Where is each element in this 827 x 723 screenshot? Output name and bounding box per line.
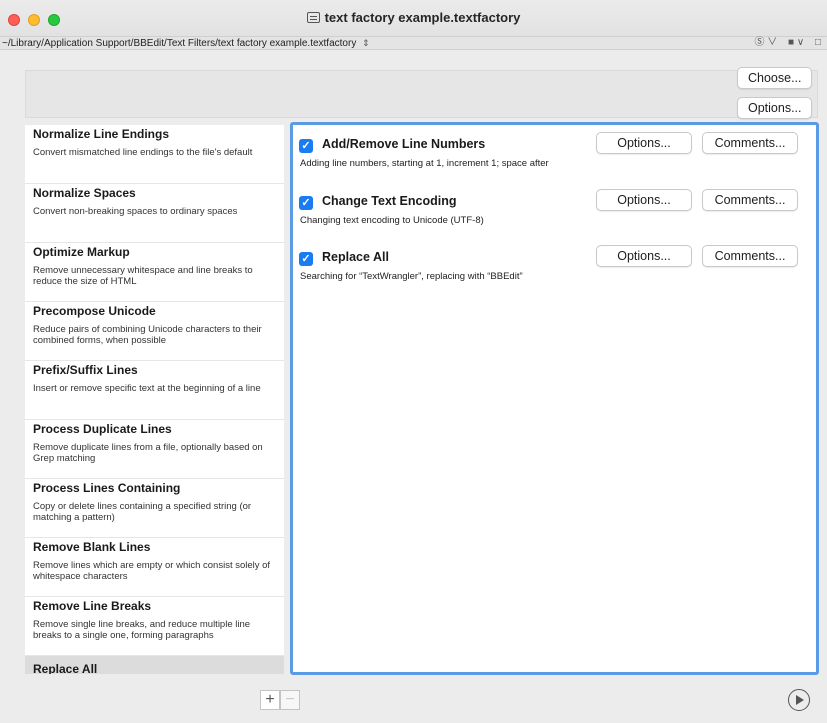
remove-step-button[interactable]: − xyxy=(280,690,300,710)
step-comments-button[interactable]: Comments... xyxy=(702,132,798,154)
step-options-button[interactable]: Options... xyxy=(596,189,692,211)
factory-step: ✓ Replace All Options... Comments... Sea… xyxy=(293,241,816,289)
step-options-button[interactable]: Options... xyxy=(596,245,692,267)
list-item-desc: Insert or remove specific text at the be… xyxy=(33,383,261,394)
step-description: Searching for “TextWrangler”, replacing … xyxy=(300,271,523,282)
step-options-button[interactable]: Options... xyxy=(596,132,692,154)
history-menu-icon[interactable]: Ⓢ ∨ xyxy=(754,37,777,48)
factory-steps-panel[interactable]: ✓ Add/Remove Line Numbers Options... Com… xyxy=(290,122,819,675)
run-factory-play-icon[interactable] xyxy=(788,689,810,711)
choose-button[interactable]: Choose... xyxy=(737,67,812,89)
step-description: Adding line numbers, starting at 1, incr… xyxy=(300,158,549,169)
step-name: Change Text Encoding xyxy=(322,194,457,208)
list-item-name: Process Lines Containing xyxy=(33,481,181,495)
list-item-desc: Remove duplicate lines from a file, opti… xyxy=(33,442,263,464)
path-bar[interactable]: ~/Library/Application Support/BBEdit/Tex… xyxy=(0,36,827,50)
new-document-icon[interactable]: □ xyxy=(815,37,821,48)
list-item-name: Normalize Line Endings xyxy=(33,127,170,141)
list-item-name: Process Duplicate Lines xyxy=(33,422,172,436)
document-icon xyxy=(306,12,320,23)
step-enabled-checkbox[interactable]: ✓ xyxy=(299,196,313,210)
list-item-desc: Remove unnecessary whitespace and line b… xyxy=(33,265,253,287)
list-item[interactable]: Remove Blank Lines Remove lines which ar… xyxy=(25,538,284,597)
file-path: ~/Library/Application Support/BBEdit/Tex… xyxy=(2,38,357,49)
window-title-text: text factory example.textfactory xyxy=(324,10,521,25)
list-item[interactable]: Normalize Line Endings Convert mismatche… xyxy=(25,125,284,184)
step-description: Changing text encoding to Unicode (UTF-8… xyxy=(300,215,484,226)
actions-list[interactable]: Normalize Line Endings Convert mismatche… xyxy=(25,125,284,674)
factory-step: ✓ Change Text Encoding Options... Commen… xyxy=(293,185,816,233)
list-item-desc: Copy or delete lines containing a specif… xyxy=(33,501,252,523)
list-item-name: Remove Line Breaks xyxy=(33,599,152,613)
list-item-name: Replace All xyxy=(33,662,98,674)
list-item-name: Precompose Unicode xyxy=(33,304,156,318)
add-step-button[interactable]: + xyxy=(260,690,280,710)
list-item[interactable]: Precompose Unicode Reduce pairs of combi… xyxy=(25,302,284,361)
list-item-desc: Convert non-breaking spaces to ordinary … xyxy=(33,206,238,217)
path-bar-tools: Ⓢ ∨ ■ ∨ □ xyxy=(746,37,821,49)
step-comments-button[interactable]: Comments... xyxy=(702,245,798,267)
step-enabled-checkbox[interactable]: ✓ xyxy=(299,139,313,153)
step-name: Add/Remove Line Numbers xyxy=(322,137,486,151)
step-comments-button[interactable]: Comments... xyxy=(702,189,798,211)
list-item-desc: Remove lines which are empty or which co… xyxy=(33,560,271,582)
list-item[interactable]: Normalize Spaces Convert non-breaking sp… xyxy=(25,184,284,243)
list-item-name: Prefix/Suffix Lines xyxy=(33,363,138,377)
list-item-name: Remove Blank Lines xyxy=(33,540,151,554)
window-title: text factory example.textfactory xyxy=(0,10,827,25)
list-item[interactable]: Process Duplicate Lines Remove duplicate… xyxy=(25,420,284,479)
list-item[interactable]: Prefix/Suffix Lines Insert or remove spe… xyxy=(25,361,284,420)
list-item-name: Normalize Spaces xyxy=(33,186,136,200)
list-item-desc: Convert mismatched line endings to the f… xyxy=(33,147,253,158)
factory-step: ✓ Add/Remove Line Numbers Options... Com… xyxy=(293,128,816,176)
list-item-selected[interactable]: Replace All xyxy=(25,656,284,674)
list-item[interactable]: Optimize Markup Remove unnecessary white… xyxy=(25,243,284,302)
list-item-desc: Remove single line breaks, and reduce mu… xyxy=(33,619,251,641)
title-bar: text factory example.textfactory xyxy=(0,0,827,36)
document-menu-icon[interactable]: ■ ∨ xyxy=(788,37,804,48)
list-item[interactable]: Process Lines Containing Copy or delete … xyxy=(25,479,284,538)
list-item-name: Optimize Markup xyxy=(33,245,130,259)
list-item[interactable]: Remove Line Breaks Remove single line br… xyxy=(25,597,284,656)
step-enabled-checkbox[interactable]: ✓ xyxy=(299,252,313,266)
text-factory-window: text factory example.textfactory ~/Libra… xyxy=(0,0,827,723)
source-options-button[interactable]: Options... xyxy=(737,97,812,119)
list-item-desc: Reduce pairs of combining Unicode charac… xyxy=(33,324,262,346)
step-name: Replace All xyxy=(322,250,389,264)
source-area xyxy=(25,70,818,118)
path-popup-icon[interactable]: ⇕ xyxy=(362,38,370,48)
